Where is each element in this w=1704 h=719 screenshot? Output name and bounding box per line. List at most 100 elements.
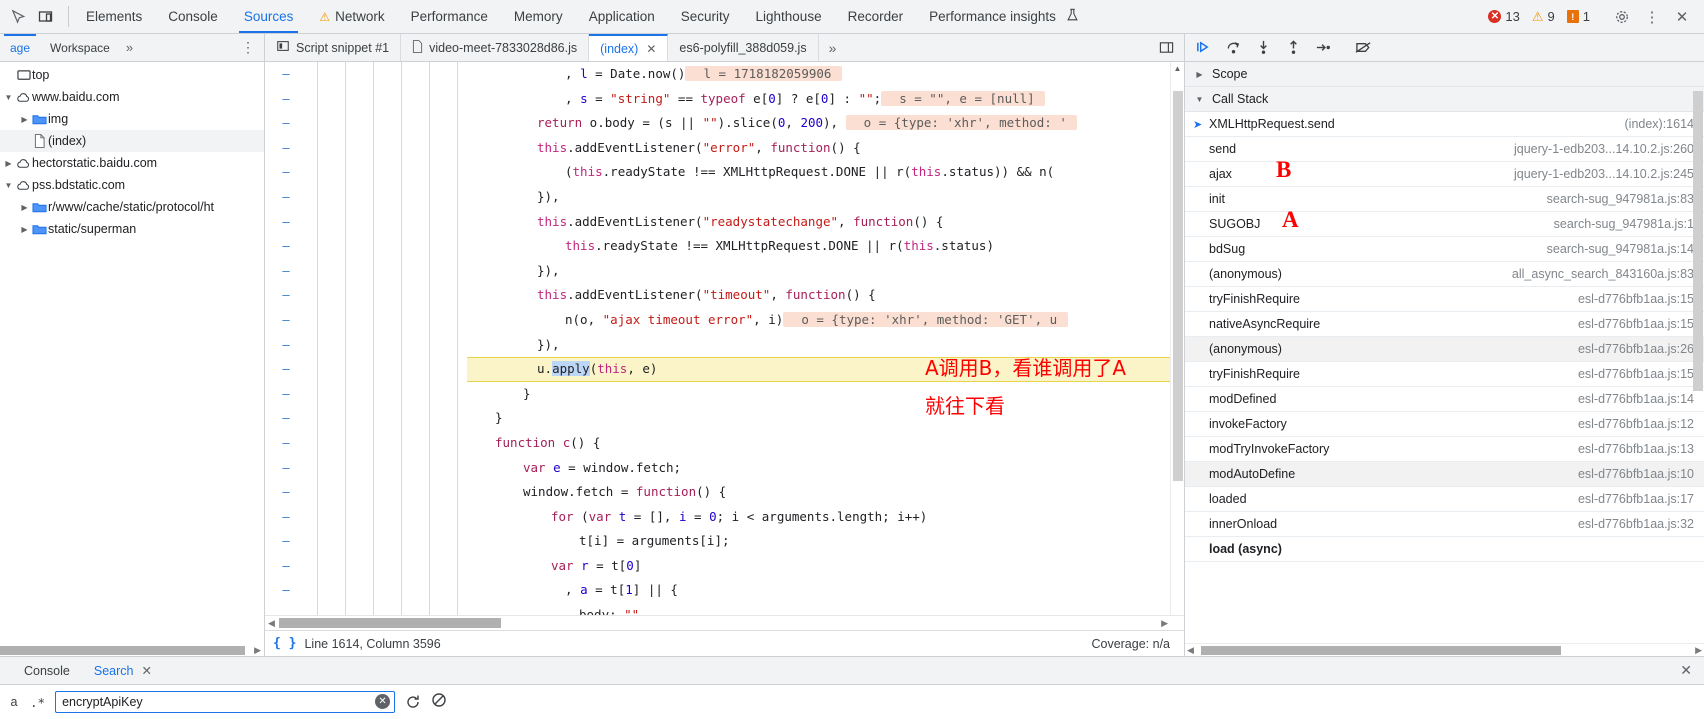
editor-horizontal-scrollbar[interactable]: ◀ ▶ [265, 615, 1184, 630]
editor-tab-snippet[interactable]: Script snippet #1 [265, 34, 402, 61]
tree-node[interactable]: ▶ static/superman [0, 218, 264, 240]
more-subtabs-icon[interactable]: » [120, 40, 139, 55]
tree-node[interactable]: ▶ img [0, 108, 264, 130]
gutter-line-marker[interactable]: – [265, 111, 307, 136]
panel-tab-network[interactable]: ⚠ Network [306, 0, 397, 33]
match-case-icon[interactable]: a [8, 695, 20, 709]
call-stack-frame[interactable]: tryFinishRequire esl-d776bfb1aa.js:15 [1185, 287, 1704, 312]
gutter-line-marker[interactable]: – [265, 234, 307, 259]
tree-node[interactable]: ▶top [0, 64, 264, 86]
gutter-line-marker[interactable]: – [265, 554, 307, 579]
gear-icon[interactable] [1608, 3, 1636, 31]
error-counter[interactable]: ✕ 13 [1483, 9, 1524, 24]
chevron-right-icon[interactable]: ▶ [18, 225, 31, 234]
debugger-horizontal-scrollbar[interactable]: ◀ ▶ [1185, 643, 1704, 656]
call-stack-frame[interactable]: send jquery-1-edb203...14.10.2.js:260 [1185, 137, 1704, 162]
call-stack-frame[interactable]: bdSug search-sug_947981a.js:14 [1185, 237, 1704, 262]
call-stack-frame[interactable]: invokeFactory esl-d776bfb1aa.js:12 [1185, 412, 1704, 437]
call-stack-frame[interactable]: (anonymous) esl-d776bfb1aa.js:26 [1185, 337, 1704, 362]
scroll-up-arrow[interactable]: ▲ [1174, 62, 1182, 75]
clear-input-icon[interactable]: ✕ [375, 694, 391, 709]
gutter-line-marker[interactable]: – [265, 505, 307, 530]
editor-gutter[interactable]: ––––––––––––––––––––––––– [265, 62, 307, 615]
scroll-left-arrow[interactable]: ◀ [1187, 645, 1194, 656]
call-stack-frame[interactable]: modTryInvokeFactory esl-d776bfb1aa.js:13 [1185, 437, 1704, 462]
gutter-line-marker[interactable]: – [265, 431, 307, 456]
deactivate-breakpoints-icon[interactable] [1350, 36, 1378, 60]
call-stack-frame[interactable]: tryFinishRequire esl-d776bfb1aa.js:15 [1185, 362, 1704, 387]
call-stack-frame[interactable]: innerOnload esl-d776bfb1aa.js:32 [1185, 512, 1704, 537]
warning-counter[interactable]: ⚠ 9 [1527, 9, 1560, 24]
step-out-of-current-function-icon[interactable] [1279, 36, 1307, 60]
editor-tab-es6-polyfill[interactable]: es6-polyfill_388d059.js [668, 34, 819, 61]
tree-node[interactable]: ▼ pss.bdstatic.com [0, 174, 264, 196]
gutter-line-marker[interactable]: – [265, 406, 307, 431]
step-over-next-function-call-icon[interactable] [1219, 36, 1247, 60]
refresh-icon[interactable] [405, 694, 421, 710]
split-editor-icon[interactable] [1149, 34, 1184, 61]
chevron-down-icon[interactable]: ▼ [2, 93, 15, 102]
gutter-line-marker[interactable]: – [265, 382, 307, 407]
resume-script-execution-icon[interactable] [1189, 36, 1217, 60]
gutter-line-marker[interactable]: – [265, 480, 307, 505]
panel-tab-console[interactable]: Console [155, 0, 231, 33]
gutter-line-marker[interactable]: – [265, 283, 307, 308]
step-icon[interactable] [1309, 36, 1337, 60]
panel-tab-performance-insights[interactable]: Performance insights [916, 0, 1092, 33]
panel-tab-recorder[interactable]: Recorder [835, 0, 917, 33]
debugger-vertical-scrollbar[interactable] [1691, 87, 1704, 643]
call-stack-section-header[interactable]: ▼ Call Stack [1185, 87, 1704, 112]
call-stack-frame[interactable]: (anonymous) all_async_search_843160a.js:8… [1185, 262, 1704, 287]
navigator-horizontal-scrollbar[interactable]: ▶ [0, 644, 264, 656]
code-content[interactable]: , l = Date.now() l = 1718182059906 , s =… [467, 62, 1184, 615]
gutter-line-marker[interactable]: – [265, 62, 307, 87]
scope-section-header[interactable]: ▶ Scope [1185, 62, 1704, 87]
use-regex-icon[interactable]: .* [30, 695, 45, 710]
panel-tab-memory[interactable]: Memory [501, 0, 576, 33]
show-navigator-icon[interactable] [276, 39, 290, 56]
chevron-down-icon[interactable]: ▼ [2, 181, 15, 190]
call-stack-frame[interactable]: load (async) [1185, 537, 1704, 562]
panel-tab-application[interactable]: Application [576, 0, 668, 33]
chevron-right-icon[interactable]: ▶ [2, 159, 15, 168]
drawer-tab-search[interactable]: Search ✕ [84, 663, 162, 679]
gutter-line-marker[interactable]: – [265, 160, 307, 185]
gutter-line-marker[interactable]: – [265, 308, 307, 333]
call-stack-frame[interactable]: SUGOBJ search-sug_947981a.js:1 [1185, 212, 1704, 237]
tree-node[interactable]: ▶(index) [0, 130, 264, 152]
call-stack-frame[interactable]: modDefined esl-d776bfb1aa.js:14 [1185, 387, 1704, 412]
pretty-print-braces-icon[interactable]: { } [273, 636, 296, 651]
close-icon[interactable]: ✕ [1668, 3, 1696, 31]
editor-vertical-scrollbar[interactable]: ▲ [1170, 62, 1184, 615]
gutter-line-marker[interactable]: – [265, 333, 307, 358]
tree-node[interactable]: ▶ hectorstatic.baidu.com [0, 152, 264, 174]
chevron-right-icon[interactable]: ▶ [18, 115, 31, 124]
call-stack-frame[interactable]: modAutoDefine esl-d776bfb1aa.js:10 [1185, 462, 1704, 487]
info-counter[interactable]: ! 1 [1562, 9, 1595, 24]
panel-tab-performance[interactable]: Performance [398, 0, 501, 33]
inspect-element-icon[interactable] [4, 3, 32, 31]
call-stack-frame[interactable]: nativeAsyncRequire esl-d776bfb1aa.js:15 [1185, 312, 1704, 337]
editor-tab-video-meet[interactable]: video-meet-7833028d86.js [401, 34, 590, 61]
scroll-right-arrow[interactable]: ▶ [1695, 645, 1702, 656]
drawer-tab-console[interactable]: Console [14, 664, 80, 678]
subtab-page[interactable]: age [0, 34, 40, 61]
subtab-workspace[interactable]: Workspace [40, 34, 120, 61]
gutter-line-marker[interactable]: – [265, 136, 307, 161]
gutter-line-marker[interactable]: – [265, 357, 307, 382]
call-stack-frame[interactable]: loaded esl-d776bfb1aa.js:17 [1185, 487, 1704, 512]
gutter-line-marker[interactable]: – [265, 185, 307, 210]
close-tab-icon[interactable]: ✕ [141, 663, 151, 678]
navigator-more-options-icon[interactable]: ⋮ [232, 39, 264, 56]
gutter-line-marker[interactable]: – [265, 603, 307, 615]
code-editor[interactable]: ––––––––––––––––––––––––– , l = Date.now… [265, 62, 1184, 615]
call-stack-frame[interactable]: ➤ XMLHttpRequest.send (index):1614 [1185, 112, 1704, 137]
tree-node[interactable]: ▶ r/www/cache/static/protocol/ht [0, 196, 264, 218]
gutter-line-marker[interactable]: – [265, 87, 307, 112]
scroll-right-arrow[interactable]: ▶ [254, 645, 261, 656]
more-editor-tabs-icon[interactable]: » [819, 34, 847, 61]
chevron-right-icon[interactable]: ▶ [18, 203, 31, 212]
close-tab-icon[interactable]: ✕ [646, 42, 656, 56]
search-input[interactable] [55, 691, 396, 713]
scroll-right-arrow[interactable]: ▶ [1161, 618, 1168, 629]
